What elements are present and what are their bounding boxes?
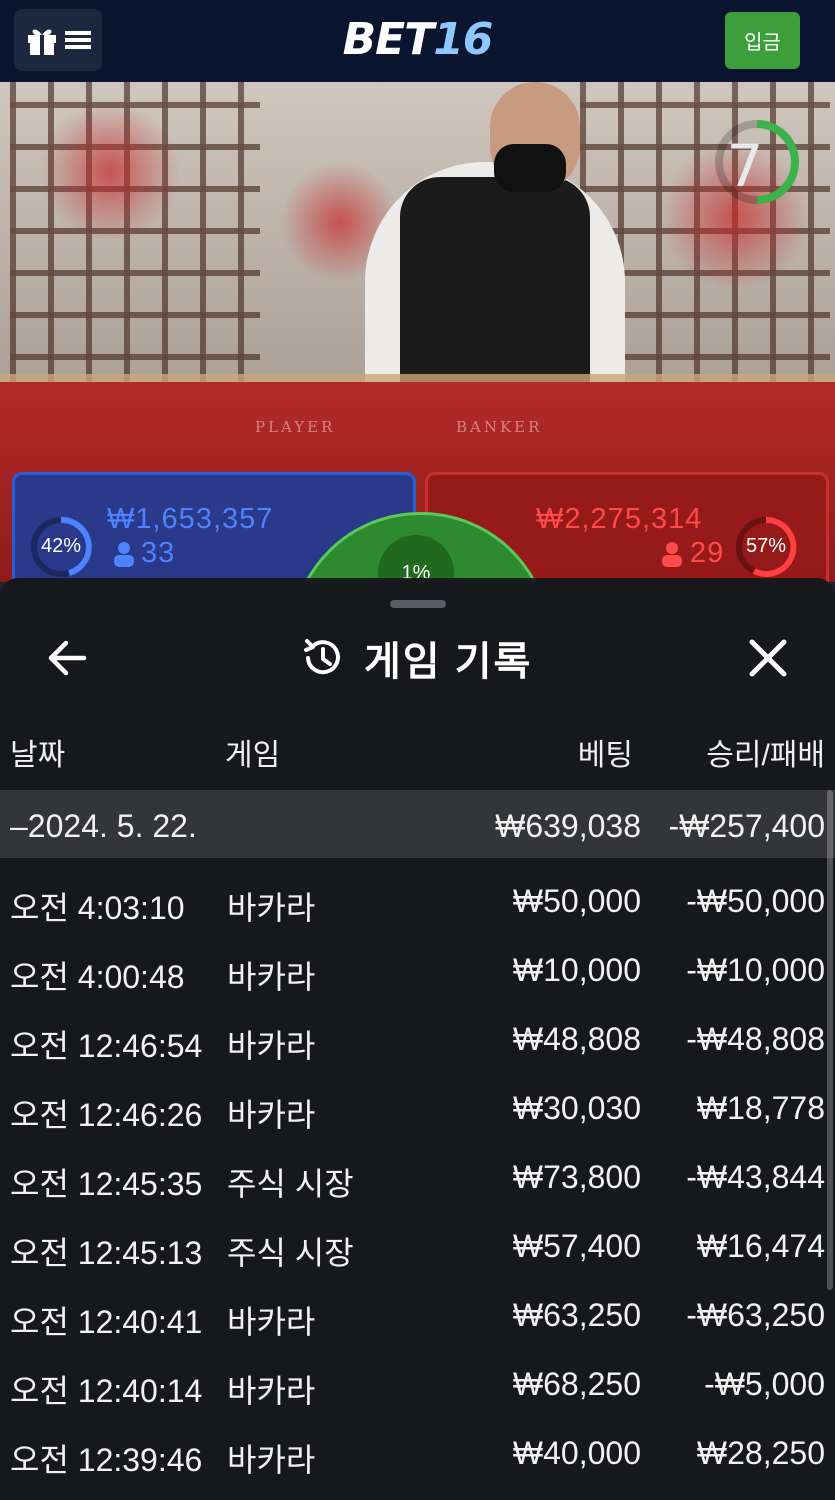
history-row[interactable]: 오전 12:40:14 바카라 ₩68,250 -₩5,000 — [0, 1348, 835, 1416]
row-time: 오전 12:40:41 — [10, 1304, 203, 1340]
history-row[interactable]: 오전 12:39:46 바카라 ₩40,000 ₩28,250 — [0, 1417, 835, 1485]
history-row[interactable]: 오전 12:40:41 바카라 ₩63,250 -₩63,250 — [0, 1279, 835, 1347]
date-group-summary[interactable]: –2024. 5. 22. ₩639,038 -₩257,400 — [0, 790, 835, 858]
row-bet: ₩57,400 — [512, 1228, 641, 1264]
row-winloss: ₩18,778 — [696, 1090, 825, 1126]
row-game: 바카라 — [227, 1304, 316, 1340]
column-header-date[interactable]: 날짜 — [10, 730, 65, 774]
history-row[interactable]: 오전 4:00:48 바카라 ₩10,000 -₩10,000 — [0, 934, 835, 1002]
row-bet: ₩40,000 — [512, 1435, 641, 1471]
row-game: 바카라 — [227, 1028, 316, 1064]
sheet-title-text: 게임 기록 — [364, 640, 533, 684]
person-icon — [114, 542, 134, 567]
banker-percent-ring: 57% — [734, 515, 798, 579]
row-bet: ₩30,030 — [512, 1090, 641, 1126]
row-game: 바카라 — [227, 1442, 316, 1478]
history-row[interactable]: 오전 12:45:13 주식 시장 ₩57,400 ₩16,474 — [0, 1210, 835, 1278]
row-time: 오전 12:39:46 — [10, 1442, 203, 1478]
column-header-game[interactable]: 게임 — [225, 730, 280, 774]
history-row[interactable]: 오전 12:46:26 바카라 ₩30,030 ₩18,778 — [0, 1072, 835, 1140]
row-time: 오전 12:45:35 — [10, 1166, 203, 1202]
player-percent: 42% — [40, 535, 82, 557]
row-time: 오전 4:00:48 — [10, 959, 185, 995]
history-row[interactable]: 오전 4:03:10 바카라 ₩50,000 -₩50,000 — [0, 865, 835, 933]
felt-player-label: PLAYER — [255, 418, 336, 436]
row-winloss: -₩5,000 — [704, 1366, 825, 1402]
row-game: 바카라 — [227, 959, 316, 995]
felt-banker-label: BANKER — [456, 418, 543, 436]
logo-prefix: BET — [342, 14, 435, 65]
sheet-title: 게임 기록 — [300, 630, 532, 686]
row-bet: ₩68,250 — [512, 1366, 641, 1402]
row-game: 바카라 — [227, 890, 316, 926]
row-winloss: -₩63,250 — [686, 1297, 825, 1333]
top-bar: BET16 입금 — [0, 0, 835, 82]
summary-date: –2024. 5. 22. — [10, 808, 197, 844]
dealer-mask — [494, 144, 566, 192]
row-time: 오전 12:46:54 — [10, 1028, 203, 1064]
row-game: 주식 시장 — [227, 1166, 354, 1202]
row-bet: ₩48,808 — [512, 1021, 641, 1057]
row-winloss: ₩16,474 — [696, 1228, 825, 1264]
summary-bet: ₩639,038 — [495, 808, 641, 844]
logo-number: 16 — [433, 14, 493, 65]
row-bet: ₩50,000 — [512, 883, 641, 919]
banker-count: 29 — [690, 537, 725, 569]
row-winloss: -₩48,808 — [686, 1021, 825, 1057]
history-row[interactable]: 오전 12:45:35 주식 시장 ₩73,800 -₩43,844 — [0, 1141, 835, 1209]
row-game: 주식 시장 — [227, 1235, 354, 1271]
column-header-winloss[interactable]: 승리/패배 — [706, 730, 825, 774]
brand-logo[interactable]: BET16 — [0, 14, 835, 65]
row-bet: ₩10,000 — [512, 952, 641, 988]
history-icon — [304, 639, 340, 675]
player-percent-ring: 42% — [29, 515, 93, 579]
history-row[interactable]: 오전 12:46:54 바카라 ₩48,808 -₩48,808 — [0, 1003, 835, 1071]
row-game: 바카라 — [227, 1097, 316, 1133]
column-header-bet[interactable]: 베팅 — [578, 730, 633, 774]
close-button[interactable] — [742, 632, 794, 684]
back-button[interactable] — [40, 634, 96, 682]
sheet-grabber[interactable] — [390, 600, 446, 608]
row-winloss: -₩10,000 — [686, 952, 825, 988]
summary-winloss: -₩257,400 — [668, 808, 825, 844]
person-icon — [662, 542, 682, 567]
player-count: 33 — [141, 537, 176, 569]
row-winloss: ₩28,250 — [696, 1435, 825, 1471]
banker-amount: ₩2,275,314 — [536, 503, 703, 535]
row-time: 오전 12:46:26 — [10, 1097, 203, 1133]
blossom-decor — [40, 102, 180, 242]
row-time: 오전 12:45:13 — [10, 1235, 203, 1271]
row-time: 오전 12:40:14 — [10, 1373, 203, 1409]
player-amount: ₩1,653,357 — [107, 503, 274, 535]
live-video: PLAYER BANKER 7 42% ₩1,653,357 33 57% ₩2… — [0, 82, 835, 582]
game-history-sheet: 게임 기록 날짜 게임 베팅 승리/패배 –2024. 5. 22. ₩639,… — [0, 578, 835, 1500]
row-winloss: -₩43,844 — [686, 1159, 825, 1195]
close-icon — [749, 639, 787, 677]
summary-row: –2024. 5. 22. ₩639,038 -₩257,400 — [0, 790, 835, 858]
scrollbar[interactable] — [827, 790, 833, 1290]
row-game: 바카라 — [227, 1373, 316, 1409]
row-winloss: -₩50,000 — [686, 883, 825, 919]
deposit-button[interactable]: 입금 — [725, 12, 800, 69]
arrow-left-icon — [48, 640, 87, 676]
row-time: 오전 4:03:10 — [10, 890, 185, 926]
countdown-timer: 7 — [726, 132, 764, 200]
row-bet: ₩73,800 — [512, 1159, 641, 1195]
banker-percent: 57% — [745, 535, 787, 557]
row-bet: ₩63,250 — [512, 1297, 641, 1333]
